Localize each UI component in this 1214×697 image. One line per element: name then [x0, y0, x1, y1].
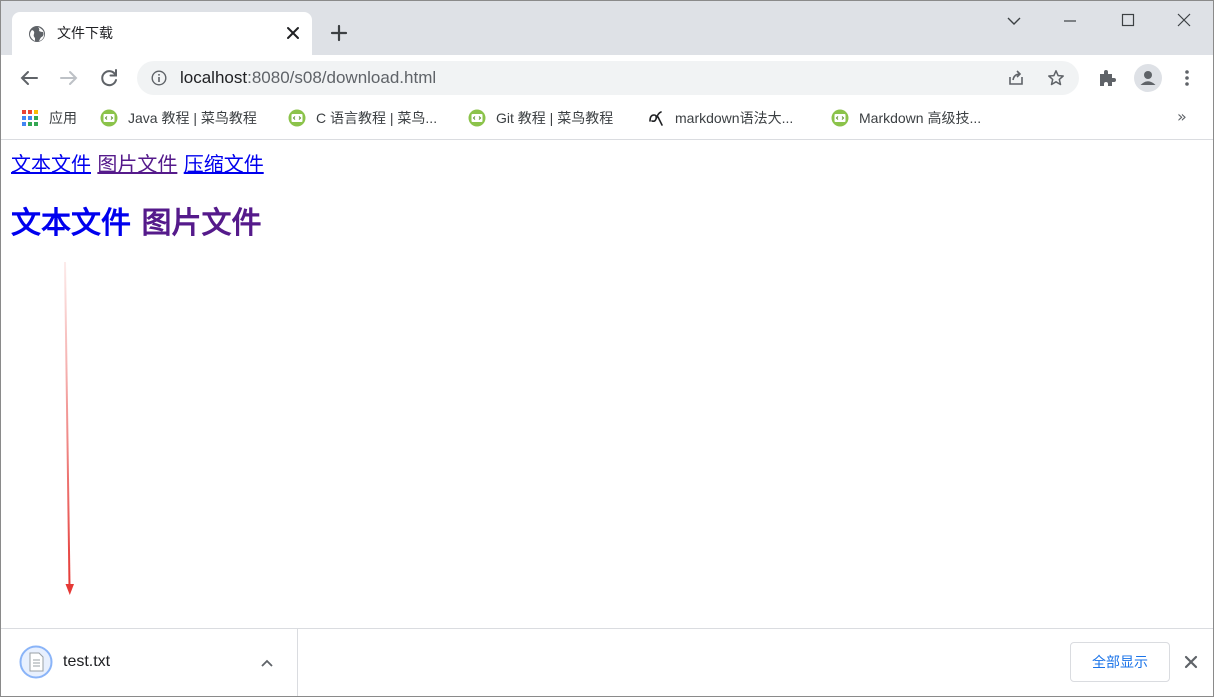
- page-content: 文本文件 图片文件 压缩文件 文本文件 图片文件: [1, 140, 1213, 627]
- apps-grid-icon: [22, 110, 38, 126]
- runoob-icon: [100, 109, 118, 127]
- heading-link-image-file[interactable]: 图片文件: [141, 206, 261, 241]
- link-text-file[interactable]: 文本文件: [11, 152, 91, 176]
- back-icon[interactable]: [17, 66, 41, 90]
- bookmark-label: 应用: [49, 110, 77, 126]
- bookmark-git[interactable]: Git 教程 | 菜鸟教程: [468, 108, 613, 128]
- link-image-file[interactable]: 图片文件: [97, 152, 177, 176]
- new-tab-icon[interactable]: [329, 23, 349, 43]
- bookmark-label: C 语言教程 | 菜鸟...: [316, 110, 438, 126]
- extensions-puzzle-icon[interactable]: [1096, 67, 1118, 89]
- text-file-icon: [19, 645, 53, 679]
- close-download-shelf-icon[interactable]: [1183, 654, 1199, 670]
- tab-search-chevron-icon[interactable]: [1003, 11, 1025, 31]
- chevron-up-icon[interactable]: [259, 655, 275, 671]
- site-info-icon[interactable]: [151, 70, 167, 86]
- url-text[interactable]: localhost:8080/s08/download.html: [180, 68, 436, 88]
- url-host: localhost: [180, 68, 248, 87]
- bookmark-c-language[interactable]: C 语言教程 | 菜鸟...: [288, 108, 437, 128]
- runoob-icon: [468, 109, 486, 127]
- share-icon[interactable]: [1007, 69, 1025, 87]
- window-close-icon[interactable]: [1173, 11, 1195, 31]
- minimize-icon[interactable]: [1059, 11, 1081, 31]
- bookmark-label: Java 教程 | 菜鸟教程: [128, 110, 257, 126]
- reload-icon[interactable]: [97, 66, 121, 90]
- close-tab-icon[interactable]: [284, 24, 302, 42]
- maximize-icon[interactable]: [1117, 11, 1139, 31]
- globe-icon: [29, 26, 45, 42]
- markdown-site-icon: [649, 111, 663, 126]
- address-bar[interactable]: localhost:8080/s08/download.html: [137, 61, 1079, 95]
- download-shelf: test.txt 全部显示: [1, 628, 1213, 696]
- heading-link-text-file[interactable]: 文本文件: [11, 206, 131, 241]
- download-item[interactable]: test.txt: [1, 629, 298, 696]
- bookmarks-bar: 应用 Java 教程 | 菜鸟教程 C 语言教程 | 菜鸟... Git 教程 …: [1, 101, 1213, 140]
- tab-title: 文件下载: [57, 26, 113, 42]
- bookmarks-overflow-chevron-icon[interactable]: »: [1177, 107, 1187, 126]
- download-file-name: test.txt: [63, 653, 111, 670]
- profile-avatar-icon[interactable]: [1134, 64, 1162, 92]
- browser-window: 文件下载 localhost:8080/s08/download.html 应用…: [0, 0, 1214, 697]
- bookmark-java[interactable]: Java 教程 | 菜鸟教程: [100, 108, 257, 128]
- show-all-downloads-button[interactable]: 全部显示: [1070, 642, 1170, 682]
- runoob-icon: [831, 109, 849, 127]
- bookmark-label: markdown语法大...: [675, 110, 794, 126]
- more-menu-icon[interactable]: [1176, 67, 1198, 89]
- tab-active[interactable]: 文件下载: [12, 12, 312, 55]
- heading-links-row: 文本文件 图片文件: [11, 204, 261, 244]
- bookmark-markdown-syntax[interactable]: markdown语法大...: [647, 108, 793, 128]
- link-zip-file[interactable]: 压缩文件: [184, 152, 264, 176]
- runoob-icon: [288, 109, 306, 127]
- annotation-arrow: [64, 261, 74, 595]
- bookmark-label: Markdown 高级技...: [859, 110, 982, 126]
- download-links-row: 文本文件 图片文件 压缩文件: [11, 152, 264, 176]
- url-path: :8080/s08/download.html: [247, 68, 437, 87]
- bookmark-label: Git 教程 | 菜鸟教程: [496, 110, 614, 126]
- tab-strip: 文件下载: [1, 1, 1213, 55]
- browser-toolbar: localhost:8080/s08/download.html: [1, 55, 1213, 101]
- forward-icon[interactable]: [57, 66, 81, 90]
- bookmark-apps[interactable]: 应用: [21, 108, 77, 128]
- bookmark-markdown-advanced[interactable]: Markdown 高级技...: [831, 108, 981, 128]
- bookmark-star-icon[interactable]: [1047, 69, 1065, 87]
